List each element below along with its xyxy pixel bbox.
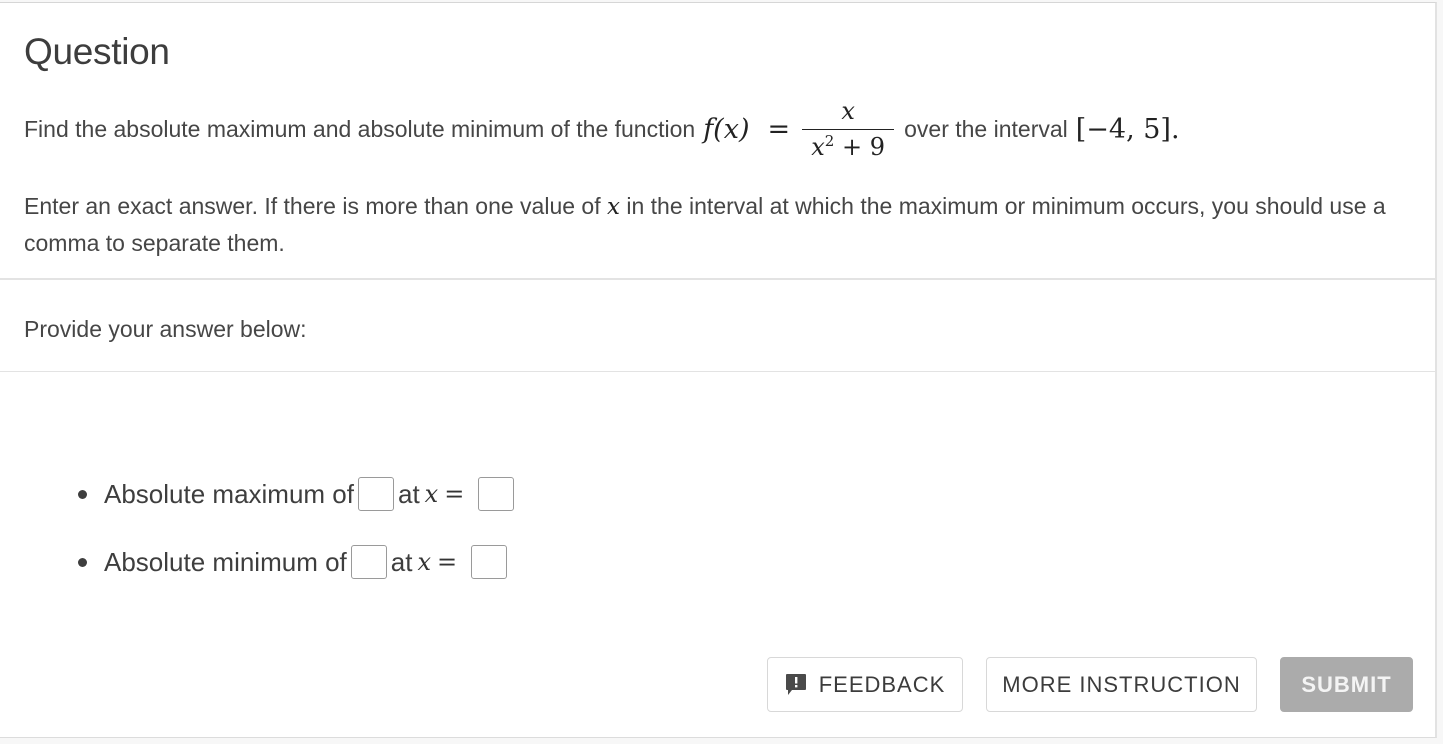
interval: [−4, 5]. [1075,113,1180,145]
instruction-variable: x [607,194,620,220]
max-eq-sign: = [444,480,465,508]
question-section: Question Find the absolute maximum and a… [0,3,1435,280]
min-at-label: at [390,546,413,577]
question-title: Question [24,31,170,72]
min-value-input[interactable] [350,545,387,579]
question-instructions: Enter an exact answer. If there is more … [24,188,1414,261]
function-name: f(x) [703,113,750,145]
list-item-absolute-minimum: Absolute minimum of at x = [78,543,518,581]
question-card: Question Find the absolute maximum and a… [0,2,1437,738]
min-eq-sign: = [437,548,458,576]
function-fraction: x x2 + 9 [802,97,895,161]
denominator-exponent: 2 [824,132,835,150]
fraction-denominator: x2 + 9 [811,130,885,161]
bullet-icon [78,557,87,567]
max-x-equals: x = [425,480,465,508]
max-label: Absolute maximum of [104,478,354,509]
min-label: Absolute minimum of [104,546,347,577]
answer-prompt-label: Provide your answer below: [24,316,307,342]
min-x-var: x [417,548,431,576]
max-value-input[interactable] [357,477,394,511]
answer-list: Absolute maximum of at x = Absolute minim… [78,475,518,611]
denominator-base: x [811,133,825,161]
min-x-input[interactable] [471,545,508,579]
max-x-input[interactable] [478,477,515,511]
bullet-icon [78,489,87,499]
prompt-text-before: Find the absolute maximum and absolute m… [24,115,696,142]
instruction-text-1: Enter an exact answer. If there is more … [24,193,601,219]
answer-header-section: Provide your answer below: [0,280,1435,372]
max-x-var: x [424,480,439,508]
max-at-label: at [397,478,420,509]
prompt-text-after: over the interval [904,115,1068,142]
feedback-icon [785,673,806,695]
feedback-label: FEEDBACK [818,671,946,697]
fraction-numerator: x [802,97,895,130]
more-instruction-button[interactable]: MORE INSTRUCTION [986,657,1257,712]
question-prompt: Find the absolute maximum and absolute m… [24,91,1180,167]
equals-sign: = [767,113,791,145]
denominator-rest: + 9 [841,133,885,161]
submit-button[interactable]: SUBMIT [1280,657,1413,712]
list-item-absolute-maximum: Absolute maximum of at x = [78,475,518,513]
min-x-equals: x = [417,548,457,576]
feedback-button[interactable]: FEEDBACK [767,657,963,712]
